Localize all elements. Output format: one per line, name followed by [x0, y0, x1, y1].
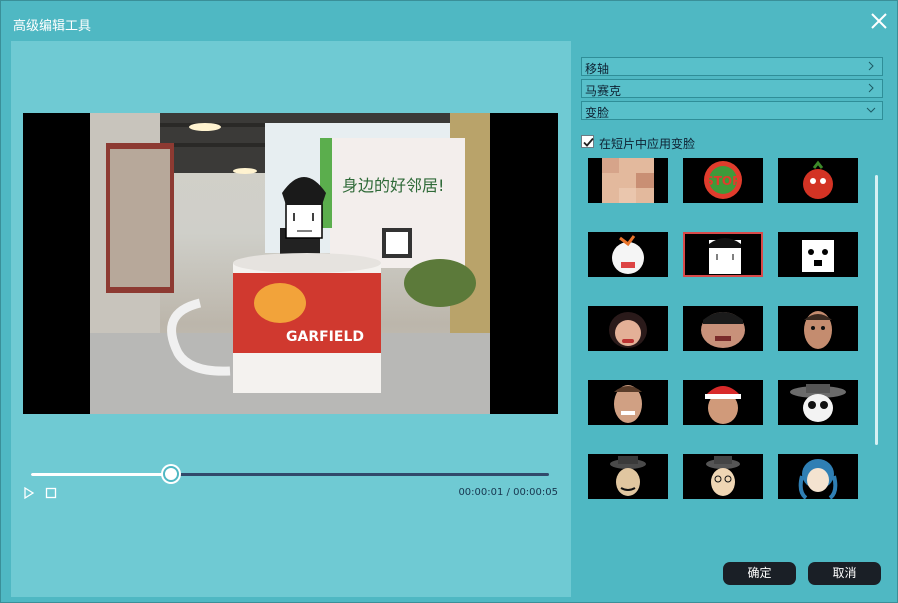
hat-glasses-face-icon — [790, 384, 846, 422]
mug-text: GARFIELD — [286, 329, 364, 345]
chubby-face-icon — [701, 312, 745, 348]
face-grid-scrollbar[interactable] — [875, 175, 878, 445]
face-tile[interactable] — [683, 306, 763, 351]
face-tile[interactable] — [778, 158, 858, 203]
face-tile[interactable] — [588, 380, 668, 425]
seek-progress — [31, 473, 171, 476]
section-mosaic[interactable]: 马赛克 — [581, 79, 883, 98]
face-tile[interactable] — [683, 380, 763, 425]
video-frame: 身边的好邻居! GARFIELD — [90, 113, 490, 414]
mosaic-face-icon — [602, 158, 654, 203]
stop-sign-face-icon: STOP — [704, 161, 742, 199]
blue-hair-girl-face-icon — [798, 459, 838, 499]
stop-icon[interactable] — [45, 487, 57, 502]
section-label: 变脸 — [585, 106, 610, 120]
face-tile[interactable] — [588, 306, 668, 351]
face-tile[interactable] — [683, 232, 763, 277]
woman-face-icon — [609, 312, 647, 348]
window-title: 高级编辑工具 — [13, 19, 92, 34]
play-icon[interactable] — [23, 486, 35, 502]
man-face-icon — [804, 311, 832, 349]
face-tile[interactable] — [778, 454, 858, 499]
cowboy-face-icon — [610, 456, 646, 496]
surprised-meme-face-icon — [802, 240, 834, 272]
timecode: 00:00:01 / 00:00:05 — [458, 487, 558, 498]
preview-panel: 身边的好邻居! GARFIELD 00:00:01 / 00:00:05 — [11, 41, 571, 597]
section-face-swap[interactable]: 变脸 — [581, 101, 883, 120]
chevron-right-icon — [868, 61, 874, 71]
face-tile[interactable]: STOP — [683, 158, 763, 203]
face-tile[interactable] — [588, 158, 668, 203]
section-label: 马赛克 — [585, 84, 622, 98]
face-tile[interactable] — [778, 232, 858, 277]
seek-bar[interactable] — [31, 466, 549, 482]
hat-man-face-icon — [706, 456, 740, 496]
smiling-man-face-icon — [614, 385, 642, 423]
face-tile[interactable] — [778, 306, 858, 351]
section-tilt-shift[interactable]: 移轴 — [581, 57, 883, 76]
face-tile[interactable] — [588, 232, 668, 277]
advanced-edit-window: 高级编辑工具 身边的好邻居! GARFIELD 00:00:01 / 00:00… — [0, 0, 898, 603]
blank-meme-face-icon — [709, 238, 741, 274]
section-label: 移轴 — [585, 62, 610, 76]
video-preview: 身边的好邻居! GARFIELD — [23, 113, 558, 414]
effects-panel: 移轴 马赛克 变脸 在短片中应用变脸 STOP 确定 取消 — [571, 41, 897, 597]
close-icon[interactable] — [869, 11, 889, 31]
face-tile[interactable] — [683, 454, 763, 499]
apply-checkbox[interactable] — [581, 135, 594, 148]
chevron-right-icon — [868, 83, 874, 93]
angry-cartoon-face-icon — [612, 235, 644, 274]
chevron-down-icon — [866, 107, 876, 113]
seek-handle[interactable] — [162, 466, 179, 482]
apply-label: 在短片中应用变脸 — [599, 137, 696, 151]
santa-hat-face-icon — [705, 386, 741, 424]
title-bar: 高级编辑工具 — [1, 1, 897, 41]
tomato-face-icon — [803, 160, 833, 199]
face-tile[interactable] — [588, 454, 668, 499]
sign-text: 身边的好邻居! — [342, 176, 444, 195]
ok-button[interactable]: 确定 — [723, 562, 796, 585]
cancel-button[interactable]: 取消 — [808, 562, 881, 585]
face-tile[interactable] — [778, 380, 858, 425]
svg-text:STOP: STOP — [705, 174, 741, 188]
